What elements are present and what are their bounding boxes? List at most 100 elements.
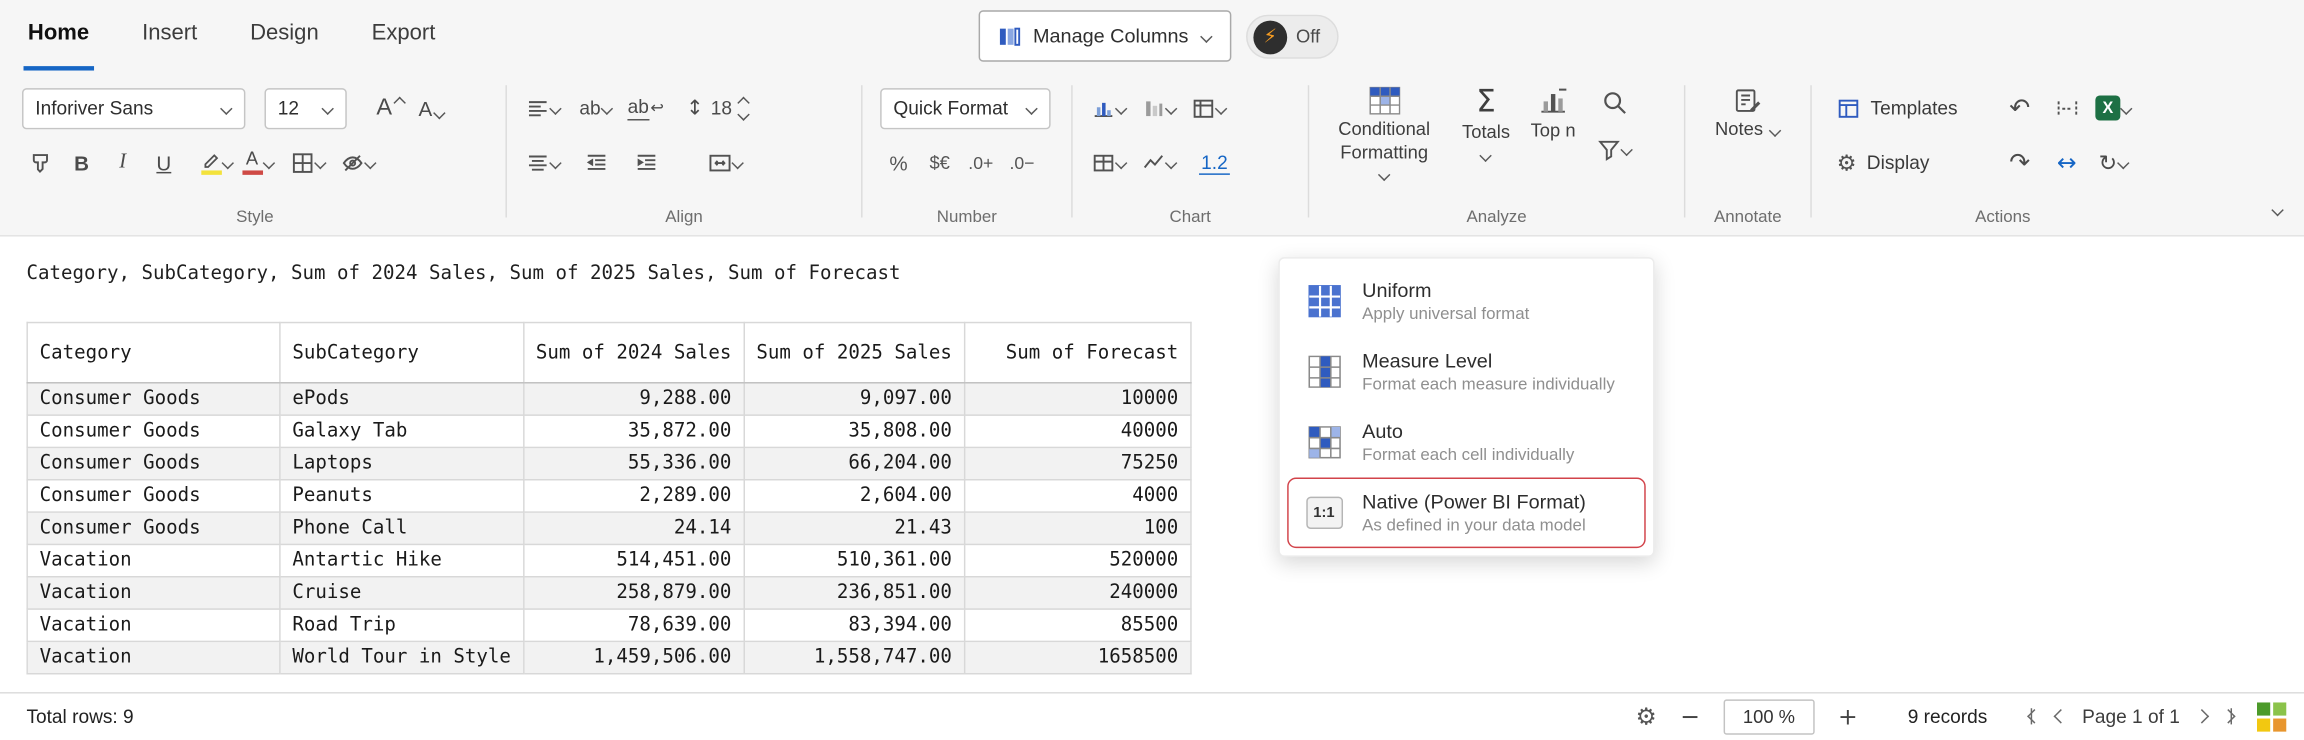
format-painter-button[interactable]	[22, 142, 59, 183]
redo-button[interactable]: ↷	[2001, 142, 2038, 183]
table-row[interactable]: VacationAntartic Hike514,451.00510,361.0…	[27, 544, 1191, 576]
chart-settings-button[interactable]	[1190, 87, 1227, 128]
table-cell[interactable]: 510,361.00	[744, 544, 965, 576]
table-cell[interactable]: Consumer Goods	[27, 480, 280, 512]
last-page-button[interactable]	[2222, 705, 2232, 729]
menu-item-measure-level[interactable]: Measure Level Format each measure indivi…	[1287, 336, 1646, 407]
quick-format-select[interactable]: Quick Format	[880, 87, 1050, 128]
table-cell[interactable]: 40000	[964, 415, 1190, 447]
menu-item-uniform[interactable]: Uniform Apply universal format	[1287, 266, 1646, 337]
expand-width-button[interactable]: ↔	[2048, 142, 2085, 183]
manage-columns-button[interactable]: Manage Columns	[979, 10, 1231, 61]
column-header[interactable]: Sum of 2024 Sales	[523, 323, 744, 383]
refresh-button[interactable]: ↻	[2095, 142, 2132, 183]
table-cell[interactable]: Galaxy Tab	[280, 415, 524, 447]
chart-decimal-button[interactable]: 1.2	[1196, 142, 1233, 183]
column-header[interactable]: Category	[27, 323, 280, 383]
table-cell[interactable]: Consumer Goods	[27, 415, 280, 447]
table-cell[interactable]: 24.14	[523, 512, 744, 544]
table-cell[interactable]: 55,336.00	[523, 447, 744, 479]
tab-home[interactable]: Home	[24, 0, 94, 71]
off-toggle[interactable]: ⚡ Off	[1246, 15, 1339, 59]
column-header[interactable]: Sum of Forecast	[964, 323, 1190, 383]
templates-button[interactable]: Templates	[1829, 86, 1997, 130]
table-cell[interactable]: Consumer Goods	[27, 447, 280, 479]
display-button[interactable]: ⚙ Display	[1829, 140, 1997, 184]
settings-gear-button[interactable]: ⚙	[1636, 703, 1657, 731]
table-cell[interactable]: 2,289.00	[523, 480, 744, 512]
table-cell[interactable]: 75250	[964, 447, 1190, 479]
table-cell[interactable]: 10000	[964, 383, 1190, 415]
font-size-select[interactable]: 12	[264, 87, 346, 128]
tab-design[interactable]: Design	[246, 0, 323, 71]
wrap-text-button[interactable]: ab ↩	[627, 87, 664, 128]
table-cell[interactable]: 100	[964, 512, 1190, 544]
table-cell[interactable]: Laptops	[280, 447, 524, 479]
text-overflow-button[interactable]: ab	[577, 87, 614, 128]
table-cell[interactable]: Road Trip	[280, 609, 524, 641]
table-cell[interactable]: 1,558,747.00	[744, 641, 965, 673]
table-cell[interactable]: Vacation	[27, 609, 280, 641]
zoom-out-button[interactable]: −	[1676, 703, 1705, 731]
table-row[interactable]: VacationWorld Tour in Style1,459,506.001…	[27, 641, 1191, 673]
table-cell[interactable]: 78,639.00	[523, 609, 744, 641]
italic-button[interactable]: I	[104, 142, 141, 183]
table-row[interactable]: Consumer GoodsPeanuts2,289.002,604.00400…	[27, 480, 1191, 512]
chart-table-button[interactable]	[1090, 142, 1127, 183]
top-n-button[interactable]: Top n	[1520, 85, 1586, 145]
font-color-button[interactable]: A	[240, 142, 277, 183]
table-cell[interactable]: Antartic Hike	[280, 544, 524, 576]
fit-width-button[interactable]	[2048, 87, 2085, 128]
table-cell[interactable]: Vacation	[27, 577, 280, 609]
filter-button[interactable]	[1598, 138, 1633, 162]
table-cell[interactable]: 66,204.00	[744, 447, 965, 479]
table-row[interactable]: Consumer GoodsePods9,288.009,097.0010000	[27, 383, 1191, 415]
conditional-formatting-button[interactable]: Conditional Formatting	[1317, 85, 1452, 182]
font-family-select[interactable]: Inforiver Sans	[22, 87, 245, 128]
bold-button[interactable]: B	[63, 142, 100, 183]
notes-button[interactable]: Notes	[1705, 85, 1791, 143]
table-cell[interactable]: Cruise	[280, 577, 524, 609]
chart-type-button[interactable]	[1090, 87, 1127, 128]
row-height-control[interactable]: ↕ 18	[686, 87, 748, 128]
search-button[interactable]	[1602, 90, 1628, 124]
column-header[interactable]: SubCategory	[280, 323, 524, 383]
collapse-ribbon-button[interactable]	[2272, 197, 2284, 223]
visibility-button[interactable]	[339, 142, 376, 183]
zoom-in-button[interactable]: +	[1834, 703, 1863, 731]
table-cell[interactable]: 4000	[964, 480, 1190, 512]
table-cell[interactable]: 1,459,506.00	[523, 641, 744, 673]
table-cell[interactable]: 514,451.00	[523, 544, 744, 576]
undo-button[interactable]: ↶	[2001, 87, 2038, 128]
table-row[interactable]: Consumer GoodsLaptops55,336.0066,204.007…	[27, 447, 1191, 479]
data-table[interactable]: CategorySubCategorySum of 2024 Sales Sum …	[26, 322, 1191, 675]
decrease-decimal-button[interactable]: .0−	[1004, 142, 1041, 183]
increase-font-button[interactable]: A	[372, 87, 409, 128]
vertical-align-button[interactable]	[525, 142, 562, 183]
menu-item-auto[interactable]: Auto Format each cell individually	[1287, 407, 1646, 478]
table-cell[interactable]: 35,872.00	[523, 415, 744, 447]
chart-stack-button[interactable]	[1140, 87, 1177, 128]
menu-item-native[interactable]: 1:1 Native (Power BI Format) As defined …	[1287, 478, 1646, 549]
table-cell[interactable]: 2,604.00	[744, 480, 965, 512]
currency-button[interactable]: $€	[921, 142, 958, 183]
table-cell[interactable]: 258,879.00	[523, 577, 744, 609]
indent-increase-button[interactable]	[627, 142, 664, 183]
horizontal-align-button[interactable]	[525, 87, 562, 128]
table-cell[interactable]: 9,097.00	[744, 383, 965, 415]
table-cell[interactable]: 236,851.00	[744, 577, 965, 609]
table-cell[interactable]: Peanuts	[280, 480, 524, 512]
tab-insert[interactable]: Insert	[138, 0, 202, 71]
table-cell[interactable]: 21.43	[744, 512, 965, 544]
table-row[interactable]: VacationCruise258,879.00236,851.00240000	[27, 577, 1191, 609]
table-cell[interactable]: Consumer Goods	[27, 383, 280, 415]
prev-page-button[interactable]	[2056, 705, 2066, 729]
increase-decimal-button[interactable]: .0+	[962, 142, 999, 183]
decrease-font-button[interactable]: A	[413, 87, 450, 128]
table-cell[interactable]: 240000	[964, 577, 1190, 609]
table-cell[interactable]: Vacation	[27, 641, 280, 673]
highlight-color-button[interactable]	[198, 142, 235, 183]
merge-cells-button[interactable]	[707, 142, 744, 183]
indent-decrease-button[interactable]	[577, 142, 614, 183]
next-page-button[interactable]	[2196, 705, 2206, 729]
